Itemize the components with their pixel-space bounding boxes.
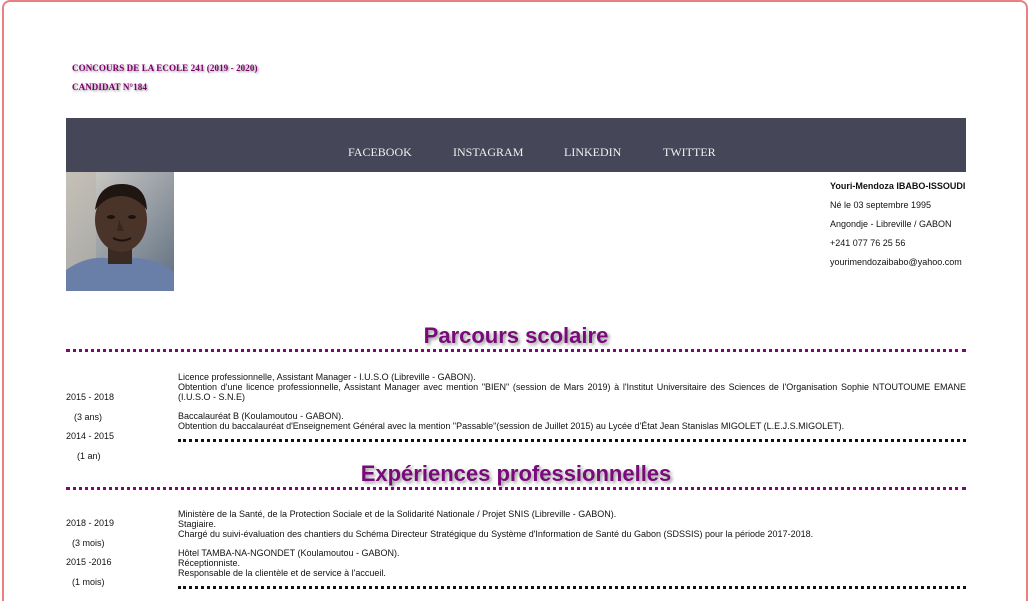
entry-divider [178,439,966,442]
candidate-number: CANDIDAT N°184 [72,82,147,92]
nav-link-twitter[interactable]: TWITTER [663,145,716,160]
contact-card: Youri-Mendoza IBABO-ISSOUDI Né le 03 sep… [830,181,965,276]
nav-link-facebook[interactable]: FACEBOOK [348,145,412,160]
education-years-2: 2014 - 2015 [66,431,115,441]
section-divider [66,349,966,352]
education-entry-1: Licence professionnelle, Assistant Manag… [178,372,966,402]
entry-heading: Licence professionnelle, Assistant Manag… [178,372,476,382]
email-address[interactable]: yourimendozaibabo@yahoo.com [830,257,965,276]
education-duration-2: (1 an) [77,451,101,461]
entry-heading: Ministère de la Santé, de la Protection … [178,509,617,519]
experience-duration-1: (3 mois) [72,538,105,548]
section-divider [66,487,966,490]
profile-photo-image [66,172,174,291]
section-title-education: Parcours scolaire [423,323,609,348]
address: Angondje - Libreville / GABON [830,219,952,229]
entry-role: Réceptionniste. [178,558,241,568]
section-title-experience: Expériences professionnelles [360,461,672,486]
birth-date: Né le 03 septembre 1995 [830,200,932,210]
experience-duration-2: (1 mois) [72,577,105,587]
entry-heading: Baccalauréat B (Koulamoutou - GABON). [178,411,344,421]
entry-description: Responsable de la clientèle et de servic… [178,568,386,578]
experience-entry-1: Ministère de la Santé, de la Protection … [178,509,966,539]
phone-number: +241 077 76 25 56 [830,238,906,248]
entry-divider [178,586,966,589]
experience-years-2: 2015 -2016 [66,557,112,567]
entry-heading: Hôtel TAMBA-NA-NGONDET (Koulamoutou - GA… [178,548,400,558]
profile-photo [66,172,174,291]
social-navbar: FACEBOOK INSTAGRAM LINKEDIN TWITTER [66,118,966,172]
entry-description: Obtention du baccalauréat d'Enseignement… [178,421,845,431]
contest-title: CONCOURS DE LA ECOLE 241 (2019 - 2020) [72,63,258,73]
education-years-1: 2015 - 2018 [66,392,115,402]
entry-role: Stagiaire. [178,519,217,529]
candidate-name: Youri-Mendoza IBABO-ISSOUDI [830,181,966,191]
header-info: CONCOURS DE LA ECOLE 241 (2019 - 2020) C… [72,63,258,101]
nav-link-instagram[interactable]: INSTAGRAM [453,145,523,160]
entry-description: Obtention d'une licence professionnelle,… [178,382,966,402]
entry-description: Chargé du suivi-évaluation des chantiers… [178,529,814,539]
experience-entry-2: Hôtel TAMBA-NA-NGONDET (Koulamoutou - GA… [178,548,966,578]
education-duration-1: (3 ans) [74,412,103,422]
education-entry-2: Baccalauréat B (Koulamoutou - GABON). Ob… [178,411,966,431]
experience-years-1: 2018 - 2019 [66,518,115,528]
nav-link-linkedin[interactable]: LINKEDIN [564,145,621,160]
